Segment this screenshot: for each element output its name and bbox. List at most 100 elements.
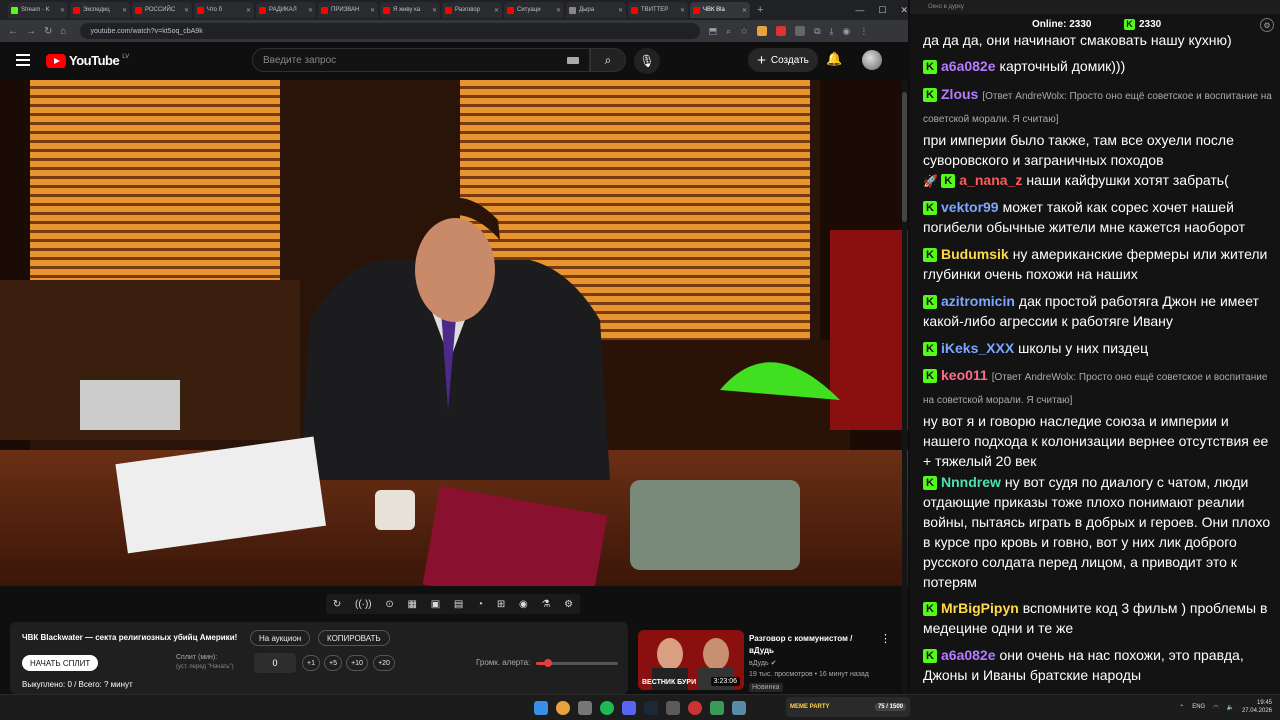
chat-username[interactable]: a_nana_z	[959, 172, 1022, 188]
app-icon[interactable]	[666, 701, 680, 715]
keyboard-icon[interactable]	[567, 57, 579, 64]
browser-tab[interactable]: ЧВК Bla ✕	[690, 2, 750, 18]
extension-icon[interactable]	[757, 26, 768, 36]
back-icon[interactable]: ←	[8, 26, 18, 37]
alert-volume-knob[interactable]	[544, 659, 553, 667]
browser-tab[interactable]: Дыра ✕	[566, 2, 626, 18]
clock[interactable]: 19:45 27.04.2026	[1242, 699, 1272, 715]
increment-button[interactable]: +20	[373, 655, 395, 671]
player-control-icon[interactable]: ↻	[333, 599, 341, 610]
tab-close-icon[interactable]: ✕	[494, 7, 499, 14]
maximize-icon[interactable]: ☐	[878, 5, 886, 16]
start-split-button[interactable]: НАЧАТЬ СПЛИТ	[22, 655, 99, 671]
video-player[interactable]	[0, 80, 908, 586]
chat-username[interactable]: vektor99	[941, 199, 999, 215]
tab-close-icon[interactable]: ✕	[370, 7, 375, 14]
steam-icon[interactable]	[644, 701, 658, 715]
recommended-video-title[interactable]: Разговор с коммунистом / вДудь	[749, 633, 869, 657]
volume-icon[interactable]: 🔈	[1226, 704, 1233, 711]
browser-tab[interactable]: Stream - K ✕	[8, 2, 68, 18]
app-icon[interactable]	[578, 701, 592, 715]
tab-close-icon[interactable]: ✕	[122, 7, 127, 14]
chat-username[interactable]: a6a082e	[941, 58, 996, 74]
more-options-icon[interactable]: ⋮	[880, 632, 891, 645]
chevron-up-icon[interactable]: ⌃	[1179, 704, 1184, 711]
chrome-icon[interactable]	[556, 701, 570, 715]
app-icon[interactable]	[732, 701, 746, 715]
spotify-icon[interactable]	[600, 701, 614, 715]
player-control-icon[interactable]: ⊙	[385, 599, 393, 610]
player-control-icon[interactable]: ▤	[454, 599, 463, 610]
tab-close-icon[interactable]: ✕	[246, 7, 251, 14]
extension-icon[interactable]	[776, 26, 787, 36]
auction-button[interactable]: На аукцион	[250, 630, 311, 646]
meme-party-widget[interactable]: MEME PARTY 75 / 1500	[786, 697, 910, 717]
notifications-bell-icon[interactable]: 🔔	[826, 51, 842, 67]
split-input[interactable]: 0	[254, 653, 296, 673]
chat-username[interactable]: iKeks_XXX	[941, 340, 1014, 356]
player-control-icon[interactable]: ▦	[408, 599, 417, 610]
tab-close-icon[interactable]: ✕	[680, 7, 685, 14]
extension-icon[interactable]	[795, 26, 806, 36]
browser-tab[interactable]: ПРИЗВАН ✕	[318, 2, 378, 18]
player-control-icon[interactable]: ◔	[477, 599, 483, 610]
tab-close-icon[interactable]: ✕	[308, 7, 313, 14]
new-tab-icon[interactable]: +	[752, 4, 768, 16]
download-icon[interactable]: ⤓	[830, 26, 834, 37]
url-field[interactable]: youtube.com/watch?v=kt5oq_cbA9k	[80, 23, 701, 39]
chat-username[interactable]: keo011	[941, 367, 988, 383]
increment-button[interactable]: +1	[302, 655, 320, 671]
menu-icon[interactable]	[16, 54, 30, 66]
recommended-video-thumbnail[interactable]: ВЕСТНИК БУРИ 3:23:06	[638, 630, 744, 690]
increment-button[interactable]: +10	[346, 655, 368, 671]
player-control-icon[interactable]: ⚗	[541, 599, 550, 610]
increment-button[interactable]: +5	[324, 655, 342, 671]
chat-username[interactable]: Zlous	[941, 86, 978, 102]
create-button[interactable]: + Создать	[748, 48, 818, 72]
avatar[interactable]	[862, 50, 882, 70]
search-button[interactable]: ⌕	[590, 48, 626, 72]
close-icon[interactable]: ✕	[900, 5, 908, 16]
wifi-icon[interactable]: ◠	[1213, 704, 1218, 711]
install-icon[interactable]: ⬒	[708, 26, 717, 37]
app-icon[interactable]	[710, 701, 724, 715]
browser-tab[interactable]: ТВИТТЕР ✕	[628, 2, 688, 18]
player-control-icon[interactable]: ⊞	[497, 599, 505, 610]
chat-username[interactable]: azitromicin	[941, 293, 1015, 309]
extensions-puzzle-icon[interactable]: ⧉	[814, 26, 820, 37]
chat-username[interactable]: Nnndrew	[941, 474, 1001, 490]
tab-close-icon[interactable]: ✕	[184, 7, 189, 14]
obs-icon[interactable]	[688, 701, 702, 715]
page-scrollbar-thumb[interactable]	[902, 92, 907, 222]
browser-tab[interactable]: Разговор ✕	[442, 2, 502, 18]
start-icon[interactable]	[534, 701, 548, 715]
reload-icon[interactable]: ↻	[44, 26, 52, 37]
language-indicator[interactable]: ENG	[1192, 704, 1205, 710]
discord-icon[interactable]	[622, 701, 636, 715]
browser-tab[interactable]: РАДИКАЛ ✕	[256, 2, 316, 18]
recommended-channel[interactable]: вДудь ✔	[749, 659, 776, 667]
zoom-icon[interactable]: ⌕	[726, 26, 731, 37]
chat-username[interactable]: a6a082e	[941, 647, 996, 663]
browser-tab[interactable]: Экспедиц ✕	[70, 2, 130, 18]
voice-search-button[interactable]: 🎙	[634, 48, 660, 74]
browser-tab[interactable]: Что б ✕	[194, 2, 254, 18]
browser-tab[interactable]: РОССИЙС ✕	[132, 2, 192, 18]
tab-close-icon[interactable]: ✕	[60, 7, 65, 14]
tab-close-icon[interactable]: ✕	[432, 7, 437, 14]
browser-tab[interactable]: Ситуаци ✕	[504, 2, 564, 18]
search-input[interactable]: Введите запрос	[252, 48, 590, 72]
player-control-icon[interactable]: ((·))	[355, 599, 372, 610]
chat-username[interactable]: Budumsik	[941, 246, 1009, 262]
youtube-logo[interactable]: YouTube LV	[46, 53, 129, 68]
browser-tab[interactable]: Я живу ка ✕	[380, 2, 440, 18]
forward-icon[interactable]: →	[26, 26, 36, 37]
minimize-icon[interactable]: —	[855, 5, 864, 15]
tab-close-icon[interactable]: ✕	[556, 7, 561, 14]
player-control-icon[interactable]: ▣	[431, 599, 440, 610]
player-control-icon[interactable]: ⚙	[564, 599, 573, 610]
tab-close-icon[interactable]: ✕	[618, 7, 623, 14]
player-control-icon[interactable]: ◉	[519, 599, 528, 610]
chat-username[interactable]: MrBigPipyn	[941, 600, 1019, 616]
bookmark-star-icon[interactable]: ☆	[740, 26, 748, 37]
